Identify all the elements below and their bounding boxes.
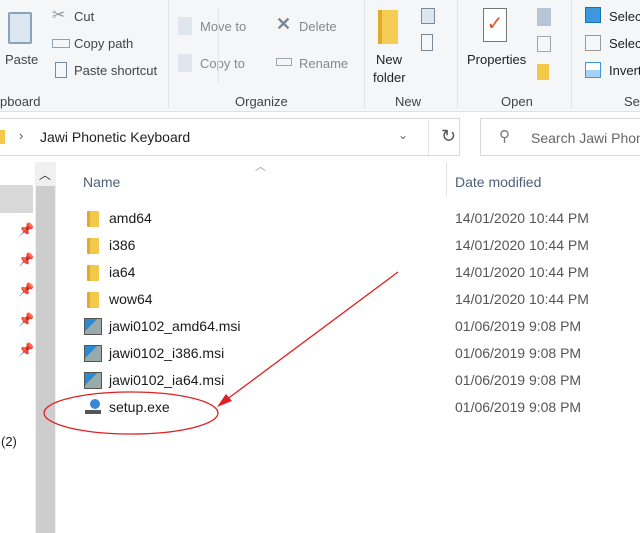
annotation-overlay <box>43 271 399 435</box>
annotation-arrow <box>221 271 399 404</box>
arrowhead <box>217 394 232 407</box>
highlight-ellipse <box>43 391 219 435</box>
